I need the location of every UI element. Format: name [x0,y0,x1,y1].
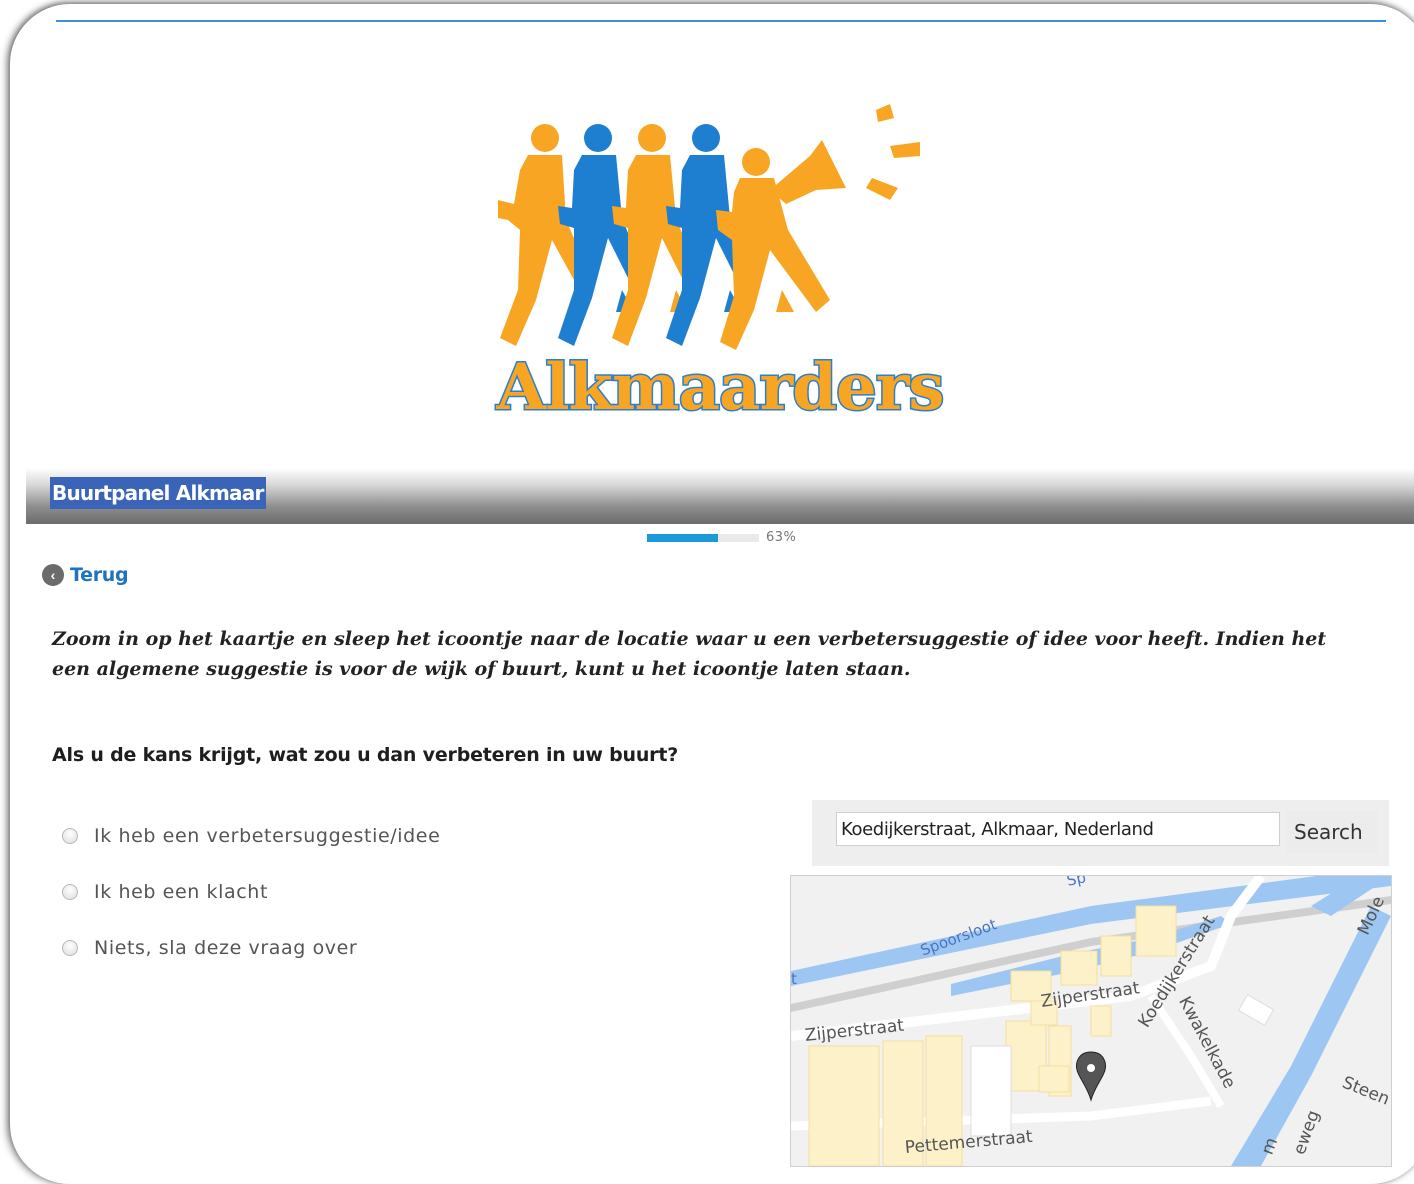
back-button[interactable]: ‹ Terug [42,564,129,586]
marching-people-logo-graphic [498,104,920,350]
option-complaint[interactable]: Ik heb een klacht [62,864,440,920]
answer-options: Ik heb een verbetersuggestie/idee Ik heb… [62,808,440,976]
back-label: Terug [70,564,129,586]
top-divider [56,20,1386,22]
progress-bar [647,534,759,542]
radio-suggestion[interactable] [62,828,78,844]
option-label: Ik heb een klacht [94,881,269,903]
question-title: Als u de kans krijgt, wat zou u dan verb… [52,744,679,766]
alkmaarders-logo: Alkmaarders [470,100,970,430]
map-view[interactable]: Spoorsloot Zijperstraat Zijperstraat Koe… [790,875,1392,1167]
radio-complaint[interactable] [62,884,78,900]
building-white [970,1045,1012,1137]
option-suggestion[interactable]: Ik heb een verbetersuggestie/idee [62,808,440,864]
map-search-input[interactable] [836,812,1280,846]
banner-title: Buurtpanel Alkmaar [50,477,266,509]
map-search-button[interactable]: Search [1286,810,1378,854]
logo-wordmark: Alkmaarders [495,349,946,427]
map-label-t: t [791,970,797,988]
map-search-bar: Search [812,800,1389,866]
progress-bar-fill [647,534,718,542]
option-label: Ik heb een verbetersuggestie/idee [94,825,441,847]
radio-skip[interactable] [62,940,78,956]
instruction-text: Zoom in op het kaartje en sleep het icoo… [52,628,1327,680]
option-skip[interactable]: Niets, sla deze vraag over [62,920,440,976]
progress-label: 63% [766,530,797,545]
chevron-left-icon: ‹ [42,564,64,586]
option-label: Niets, sla deze vraag over [94,937,358,959]
